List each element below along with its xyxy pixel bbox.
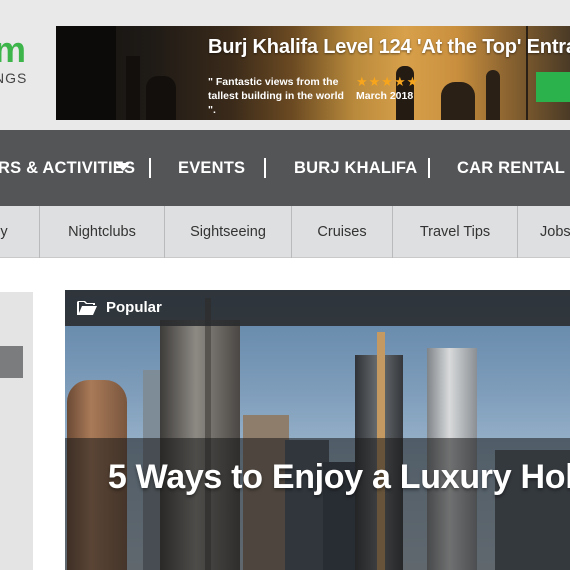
subnav-item-partial[interactable]: y [0,206,10,258]
subnav-item-cruises[interactable]: Cruises [292,206,392,258]
chevron-down-icon[interactable] [116,163,130,171]
logo-wordmark: m [0,29,26,70]
main-navigation: RS & ACTIVITIES EVENTS BURJ KHALIFA CAR … [0,130,570,206]
nav-divider [428,158,430,178]
subnav-divider [517,206,518,258]
featured-article-card[interactable]: Popular 5 Ways to Enjoy a Luxury Holiday… [65,290,570,570]
nav-divider [149,158,151,178]
card-category-bar: Popular [65,290,570,326]
nav-item-car-rental[interactable]: CAR RENTAL [457,130,565,206]
nav-divider [264,158,266,178]
ad-banner[interactable]: Burj Khalifa Level 124 'At the Top' Entr… [56,26,570,120]
nav-item-tours-activities[interactable]: RS & ACTIVITIES [0,130,135,206]
subnav-item-nightclubs[interactable]: Nightclubs [40,206,164,258]
card-title-overlay: 5 Ways to Enjoy a Luxury Holiday in Duba… [65,438,570,570]
site-logo[interactable]: m NGS [0,28,50,98]
banner-quote: " Fantastic views from the tallest build… [208,76,344,116]
rating-stars-icon: ★★★★★ [356,74,420,89]
card-category-label: Popular [106,299,162,316]
nav-item-events[interactable]: EVENTS [178,130,245,206]
sub-navigation: y Nightclubs Sightseeing Cruises Travel … [0,206,570,258]
banner-title: Burj Khalifa Level 124 'At the Top' Entr… [208,36,570,58]
subnav-item-travel-tips[interactable]: Travel Tips [393,206,517,258]
logo-tagline: NGS [0,70,28,86]
site-header: m NGS Burj Khalifa Level 124 'At the Top… [0,0,570,130]
sidebar-button[interactable] [0,346,23,378]
subnav-item-sightseeing[interactable]: Sightseeing [165,206,291,258]
sidebar-widget [0,292,33,570]
banner-date: March 2018 [356,90,414,102]
folder-open-icon [77,301,97,315]
subnav-item-jobs[interactable]: Jobs [540,206,570,258]
banner-cta-button[interactable] [536,72,570,102]
nav-item-burj-khalifa[interactable]: BURJ KHALIFA [294,130,417,206]
article-title[interactable]: 5 Ways to Enjoy a Luxury Holiday in Duba… [65,454,570,500]
